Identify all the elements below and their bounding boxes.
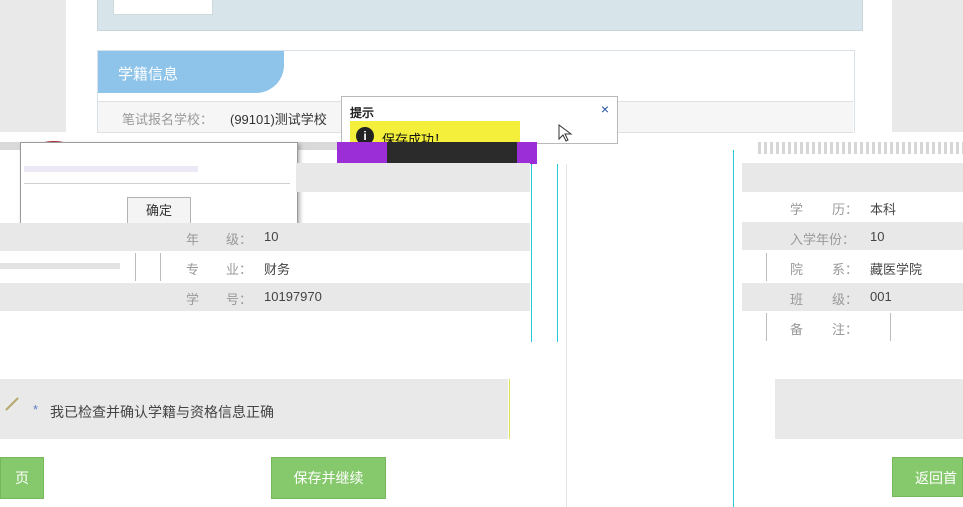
field-label: 业：	[226, 262, 253, 277]
back-home-button[interactable]: 返回首	[892, 457, 963, 497]
field-label: 级：	[832, 292, 859, 307]
field-value: 藏医学院	[870, 262, 923, 277]
dialog-title: 提示	[350, 106, 375, 120]
cell-border	[160, 253, 161, 281]
confirm-button[interactable]: 确定	[127, 197, 191, 225]
glitch-line	[531, 164, 532, 342]
field-label: 历：	[832, 202, 859, 217]
field-label: 年	[186, 232, 200, 247]
cell-border	[890, 313, 891, 341]
cell-border	[135, 253, 136, 281]
alert-dialog: 提示 × i 保存成功！	[341, 96, 618, 147]
field-value: 10	[870, 229, 885, 244]
glitch-magenta-block	[337, 142, 387, 164]
top-panel-button[interactable]	[113, 0, 213, 15]
field-value: 001	[870, 289, 892, 304]
field-label: 备	[790, 322, 804, 337]
field-label: 专	[186, 262, 200, 277]
field-label: 学	[790, 202, 804, 217]
field-label: 入学年份：	[790, 232, 856, 247]
field-label: 班	[790, 292, 804, 307]
center-grey-bar	[296, 163, 530, 192]
glitch-noise	[758, 142, 963, 154]
field-label: 号：	[226, 292, 253, 307]
field-label: 级：	[226, 232, 253, 247]
section-tab: 学籍信息	[98, 51, 284, 93]
close-icon[interactable]: ×	[601, 101, 609, 117]
glitch-magenta-block-2	[517, 142, 537, 164]
field-label: 系：	[832, 262, 859, 277]
field-label: 学	[186, 292, 200, 307]
cell-border	[766, 313, 767, 341]
field-value: 10197970	[264, 289, 322, 304]
field-value: 10	[264, 229, 279, 244]
exam-school-label: 笔试报名学校：	[122, 112, 214, 127]
field-value: 财务	[264, 262, 291, 277]
left-gutter	[0, 0, 66, 132]
glitch-line	[557, 164, 558, 342]
cell-border	[766, 253, 767, 281]
dialog-divider	[24, 183, 290, 184]
glitch-strip	[0, 263, 120, 269]
required-mark: *	[33, 402, 39, 417]
glitch-dark-block	[387, 142, 517, 164]
section-title: 学籍信息	[118, 66, 179, 83]
cell-border	[509, 379, 510, 439]
field-value: 本科	[870, 202, 897, 217]
confirm-check-label[interactable]: 我已检查并确认学籍与资格信息正确	[50, 402, 274, 422]
right-gutter	[892, 0, 963, 132]
exam-school-value: (99101)测试学校	[230, 112, 327, 127]
save-continue-button[interactable]: 保存并继续	[271, 457, 386, 499]
blank-column	[566, 164, 733, 507]
prev-page-button[interactable]: 页	[0, 457, 44, 499]
glitch-line	[733, 150, 734, 507]
dialog-fragment-bar	[24, 166, 198, 172]
confirm-check-bar-right	[775, 379, 963, 439]
right-grey-bar	[742, 163, 963, 192]
field-label: 注：	[832, 322, 859, 337]
field-label: 院	[790, 262, 804, 277]
checkmark-icon[interactable]	[4, 396, 20, 412]
mouse-cursor-icon	[557, 124, 575, 142]
